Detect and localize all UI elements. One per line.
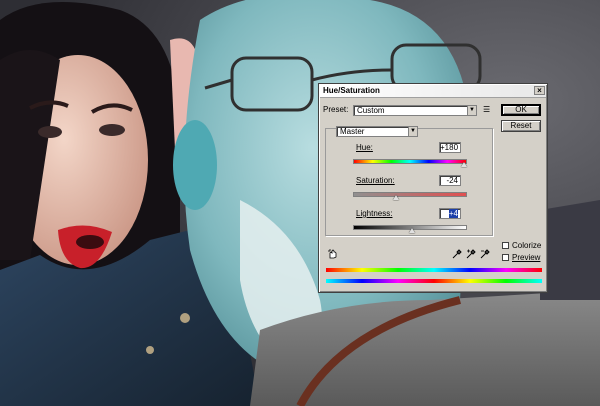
chevron-down-icon: ▼ [408,127,417,136]
edit-channel-dropdown[interactable]: Master ▼ [336,126,418,137]
output-color-bar [326,279,542,283]
dialog-titlebar[interactable]: Hue/Saturation × [320,85,546,98]
hue-slider-thumb[interactable] [461,162,467,167]
lightness-value-field[interactable]: +4 [439,208,461,219]
colorize-checkbox[interactable] [502,242,509,249]
preset-label-text: Preset: [323,105,349,114]
reset-button[interactable]: Reset [501,120,541,132]
ok-button[interactable]: OK [501,104,541,116]
targeted-adjustment-icon[interactable] [328,249,338,259]
saturation-slider-thumb[interactable] [393,195,399,200]
saturation-label: Saturation: [356,176,395,185]
adjustment-group [325,128,493,236]
hue-slider-track[interactable] [353,159,467,164]
hue-value-field[interactable]: +180 [439,142,461,153]
hue-label: Hue: [356,143,373,152]
saturation-slider-track[interactable] [353,192,467,197]
edit-channel-value: Master [340,127,365,136]
lightness-slider-thumb[interactable] [409,228,415,233]
saturation-value-field[interactable]: -24 [439,175,461,186]
saturation-value: -24 [446,176,458,185]
close-icon[interactable]: × [534,86,545,95]
preset-value: Custom [357,106,385,115]
eyedropper-subtract-icon[interactable] [480,249,490,259]
preset-options-icon[interactable]: ☰ [483,105,493,115]
preset-dropdown[interactable]: Custom ▼ [353,105,477,116]
preview-checkbox[interactable] [502,254,509,261]
eyedropper-icon[interactable] [452,249,462,259]
preview-label: Preview [512,253,541,262]
input-color-bar [326,268,542,272]
hue-value: +180 [440,143,459,152]
chevron-down-icon: ▼ [467,106,476,115]
lightness-value: +4 [448,209,458,218]
lightness-label: Lightness: [356,209,393,218]
colorize-label: Colorize [512,241,542,250]
eyedropper-add-icon[interactable] [466,249,476,259]
preset-label: Preset: [323,105,348,115]
dialog-title: Hue/Saturation [323,86,380,95]
